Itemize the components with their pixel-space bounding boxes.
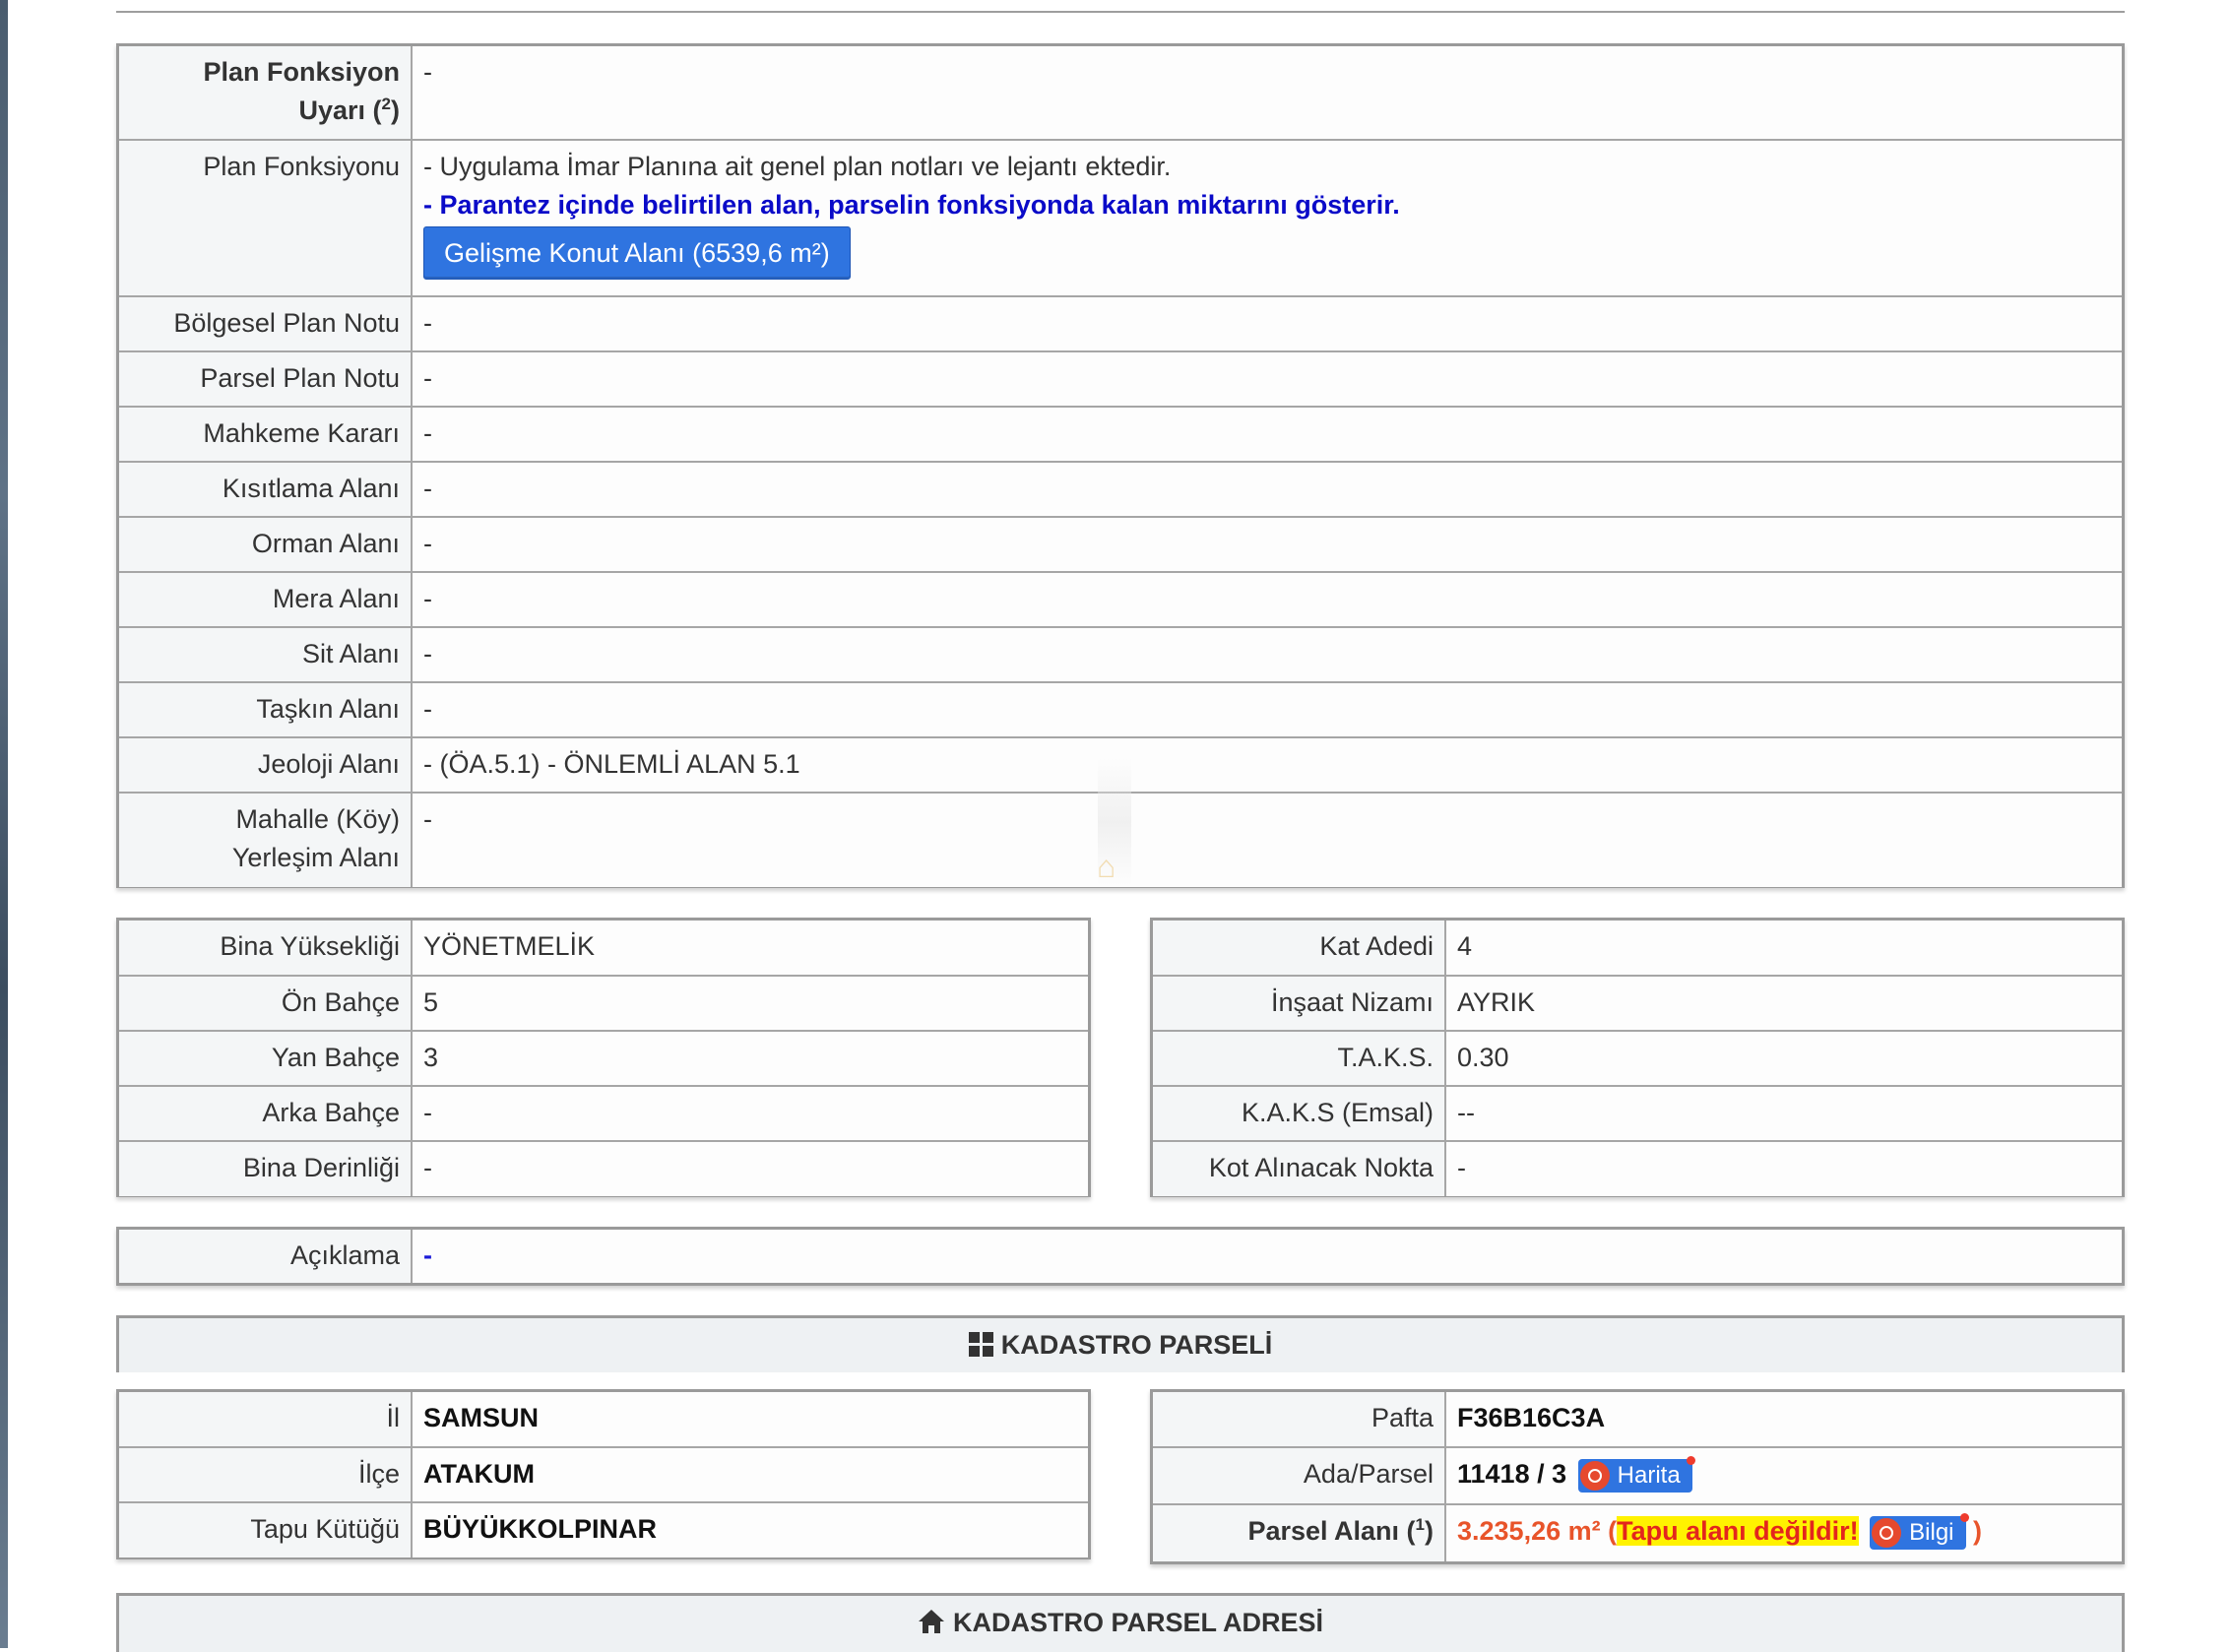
parsel-alani-label: Parsel Alanı (1) <box>1153 1503 1446 1561</box>
tapu-kutugu-label: Tapu Kütüğü <box>119 1501 413 1557</box>
home-icon <box>918 1610 944 1633</box>
bina-yuksekligi-label: Bina Yüksekliği <box>119 921 413 977</box>
plan-note-parantez: - Parantez içinde belirtilen alan, parse… <box>423 190 1400 220</box>
taskin-alani-label: Taşkın Alanı <box>119 681 413 738</box>
paren-open: ( <box>1600 1516 1618 1546</box>
kot-alinacak-nokta-value: - <box>1444 1140 2122 1196</box>
kot-alinacak-nokta-label: Kot Alınacak Nokta <box>1153 1140 1446 1196</box>
kaks-value: -- <box>1444 1085 2122 1142</box>
ilce-value: ATAKUM <box>411 1446 1088 1503</box>
il-value: SAMSUN <box>411 1392 1088 1448</box>
il-label: İl <box>119 1392 413 1448</box>
ilce-label: İlçe <box>119 1446 413 1503</box>
mera-alani-value: - <box>411 571 2122 628</box>
bilgi-button[interactable]: Bilgi <box>1870 1512 1969 1550</box>
plan-function-button[interactable]: Gelişme Konut Alanı (6539,6 m²) <box>423 226 851 280</box>
orman-alani-value: - <box>411 516 2122 573</box>
jeoloji-alani-value: - (ÖA.5.1) - ÖNLEMLİ ALAN 5.1 <box>411 736 2122 794</box>
kisitlama-alani-label: Kısıtlama Alanı <box>119 461 413 518</box>
building-left-table: Bina Yüksekliği YÖNETMELİK Ön Bahçe 5 Yan … <box>116 918 1091 1197</box>
bina-derinligi-value: - <box>411 1140 1088 1196</box>
kisitlama-alani-value: - <box>411 461 2122 518</box>
paren-close: ) <box>1965 1516 1983 1546</box>
bolgesel-plan-notu-value: - <box>411 295 2122 352</box>
parsel-alani-cell: 3.235,26 m² (Tapu alanı değildir! Bilgi … <box>1444 1503 2122 1561</box>
mera-alani-label: Mera Alanı <box>119 571 413 628</box>
parsel-alani-value: 3.235,26 m² <box>1457 1516 1601 1546</box>
mahalle-yerlesim-label: Mahalle (Köy) Yerleşim Alanı <box>119 792 413 887</box>
on-bahce-label: Ön Bahçe <box>119 975 413 1032</box>
ada-parsel-cell: 11418 / 3 Harita <box>1444 1446 2122 1505</box>
home-ghost-icon: ⌂ <box>1097 849 1116 884</box>
plan-fonksiyonu-value: - Uygulama İmar Planına ait genel plan n… <box>411 139 2122 297</box>
grid-icon <box>968 1332 993 1357</box>
mahalle-yerlesim-value: - <box>411 792 2122 887</box>
window-edge <box>0 0 8 1648</box>
ada-parsel-value: 11418 / 3 <box>1457 1459 1567 1489</box>
notification-dot <box>1686 1455 1695 1465</box>
adres-section-header: KADASTRO PARSEL ADRESİ <box>116 1593 2125 1652</box>
pafta-value: F36B16C3A <box>1444 1392 2122 1448</box>
taks-label: T.A.K.S. <box>1153 1030 1446 1087</box>
plan-fonksiyonu-label: Plan Fonksiyonu <box>119 139 413 297</box>
bina-yuksekligi-value: YÖNETMELİK <box>411 921 1088 977</box>
notification-dot <box>1959 1512 1969 1522</box>
taskin-alani-value: - <box>411 681 2122 738</box>
parsel-plan-notu-label: Parsel Plan Notu <box>119 350 413 408</box>
aciklama-value: - <box>411 1230 2122 1283</box>
adres-title: KADASTRO PARSEL ADRESİ <box>952 1608 1324 1637</box>
pafta-label: Pafta <box>1153 1392 1446 1448</box>
sit-alani-label: Sit Alanı <box>119 626 413 683</box>
sit-alani-value: - <box>411 626 2122 683</box>
bolgesel-plan-notu-label: Bölgesel Plan Notu <box>119 295 413 352</box>
tapu-warning: Tapu alanı değildir! <box>1617 1516 1859 1546</box>
tapu-kutugu-value: BÜYÜKKOLPINAR <box>411 1501 1088 1557</box>
globe-icon <box>1872 1517 1902 1548</box>
yan-bahce-value: 3 <box>411 1030 1088 1087</box>
mahkeme-karari-value: - <box>411 406 2122 463</box>
kadastro-left-table: İl SAMSUN İlçe ATAKUM Tapu Kütüğü BÜYÜKKOLP… <box>116 1389 1091 1559</box>
parsel-plan-notu-value: - <box>411 350 2122 408</box>
globe-icon <box>1579 1460 1610 1491</box>
kadastro-title: KADASTRO PARSELİ <box>1000 1330 1273 1360</box>
orman-alani-label: Orman Alanı <box>119 516 413 573</box>
mahkeme-karari-label: Mahkeme Kararı <box>119 406 413 463</box>
plan-note-general: - Uygulama İmar Planına ait genel plan n… <box>423 152 1172 181</box>
insaat-nizami-label: İnşaat Nizamı <box>1153 975 1446 1032</box>
kaks-label: K.A.K.S (Emsal) <box>1153 1085 1446 1142</box>
top-divider <box>116 11 2125 13</box>
aciklama-label: Açıklama <box>119 1230 413 1283</box>
ada-parsel-label: Ada/Parsel <box>1153 1446 1446 1505</box>
jeoloji-alani-label: Jeoloji Alanı <box>119 736 413 794</box>
building-right-table: Kat Adedi 4 İnşaat Nizamı AYRIK T.A.K.S. 0.… <box>1150 918 2125 1197</box>
bina-derinligi-label: Bina Derinliği <box>119 1140 413 1196</box>
plan-fonksiyon-uyari-value: - <box>411 46 2122 141</box>
plan-fonksiyon-uyari-label: Plan Fonksiyon Uyarı (2) <box>119 46 413 141</box>
kat-adedi-value: 4 <box>1444 921 2122 977</box>
aciklama-table: Açıklama - <box>116 1227 2125 1286</box>
insaat-nizami-value: AYRIK <box>1444 975 2122 1032</box>
harita-button[interactable]: Harita <box>1577 1455 1695 1493</box>
arka-bahce-value: - <box>411 1085 1088 1142</box>
kadastro-right-table: Pafta F36B16C3A Ada/Parsel 11418 / 3 Hari… <box>1150 1389 2125 1564</box>
kadastro-section-header: KADASTRO PARSELİ <box>116 1315 2125 1372</box>
arka-bahce-label: Arka Bahçe <box>119 1085 413 1142</box>
yan-bahce-label: Yan Bahçe <box>119 1030 413 1087</box>
taks-value: 0.30 <box>1444 1030 2122 1087</box>
kat-adedi-label: Kat Adedi <box>1153 921 1446 977</box>
on-bahce-value: 5 <box>411 975 1088 1032</box>
